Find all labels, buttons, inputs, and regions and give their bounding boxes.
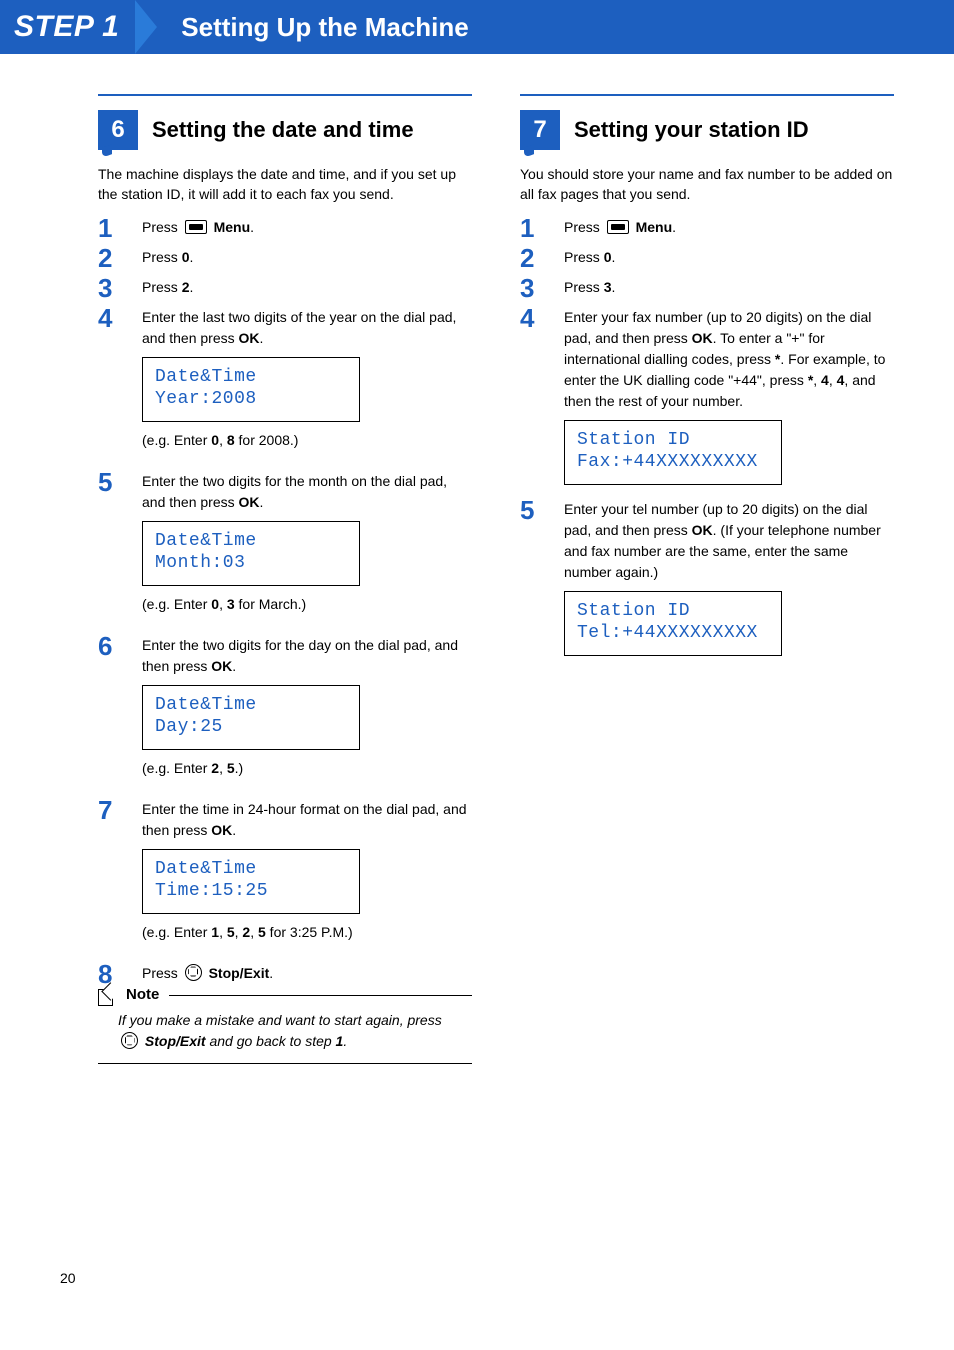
note-block: Note If you make a mistake and want to s… (98, 995, 472, 1064)
section-number-badge: 6 (98, 110, 138, 150)
menu-icon (185, 220, 207, 234)
step-text: Enter the two digits for the month on th… (142, 471, 472, 629)
step-text: Press Menu. (564, 217, 894, 241)
stop-exit-icon (121, 1032, 138, 1049)
step-number: 1 (520, 215, 546, 241)
step-text: Press 0. (142, 247, 472, 271)
lcd-display: Station IDTel:+44XXXXXXXXX (564, 591, 782, 656)
step-number: 2 (98, 245, 124, 271)
step-text: Press Menu. (142, 217, 472, 241)
header-banner: STEP 1 Setting Up the Machine (0, 0, 954, 54)
step-text: Enter the time in 24-hour format on the … (142, 799, 472, 957)
step-number: 4 (520, 305, 546, 493)
stop-exit-icon (185, 964, 202, 981)
example-text: (e.g. Enter 1, 5, 2, 5 for 3:25 P.M.) (142, 922, 472, 943)
section-number: 7 (533, 116, 546, 144)
section-divider (520, 94, 894, 96)
right-column: 7 Setting your station ID You should sto… (520, 94, 894, 1064)
step-number: 4 (98, 305, 124, 465)
step-text: Enter your tel number (up to 20 digits) … (564, 499, 894, 664)
lcd-display: Date&TimeTime:15:25 (142, 849, 360, 914)
step-text: Press 2. (142, 277, 472, 301)
section-title: Setting the date and time (152, 117, 414, 143)
step-label: STEP 1 (0, 10, 137, 44)
step-number: 7 (98, 797, 124, 957)
note-body: If you make a mistake and want to start … (98, 1010, 472, 1053)
note-icon (98, 986, 116, 1004)
example-text: (e.g. Enter 2, 5.) (142, 758, 472, 779)
step-text: Press 0. (564, 247, 894, 271)
left-column: 6 Setting the date and time The machine … (98, 94, 472, 1064)
page-number: 20 (60, 1270, 76, 1286)
example-text: (e.g. Enter 0, 8 for 2008.) (142, 430, 472, 451)
step-text: Enter the two digits for the day on the … (142, 635, 472, 793)
lcd-display: Date&TimeDay:25 (142, 685, 360, 750)
lcd-display: Date&TimeMonth:03 (142, 521, 360, 586)
section-number: 6 (111, 116, 124, 144)
lcd-display: Date&TimeYear:2008 (142, 357, 360, 422)
banner-title: Setting Up the Machine (181, 12, 468, 43)
step-text: Press 3. (564, 277, 894, 301)
section-title: Setting your station ID (574, 117, 809, 143)
step-number: 1 (98, 215, 124, 241)
section-divider (98, 94, 472, 96)
step-number: 6 (98, 633, 124, 793)
step-number: 5 (520, 497, 546, 664)
example-text: (e.g. Enter 0, 3 for March.) (142, 594, 472, 615)
section-intro: The machine displays the date and time, … (98, 164, 472, 205)
note-title: Note (126, 986, 159, 1003)
step-number: 2 (520, 245, 546, 271)
menu-icon (607, 220, 629, 234)
step-number: 5 (98, 469, 124, 629)
step-text: Enter your fax number (up to 20 digits) … (564, 307, 894, 493)
step-text: Enter the last two digits of the year on… (142, 307, 472, 465)
step-number: 3 (98, 275, 124, 301)
lcd-display: Station IDFax:+44XXXXXXXXX (564, 420, 782, 485)
step-text: Press Stop/Exit. (142, 963, 472, 987)
section-intro: You should store your name and fax numbe… (520, 164, 894, 205)
section-number-badge: 7 (520, 110, 560, 150)
step-number: 3 (520, 275, 546, 301)
